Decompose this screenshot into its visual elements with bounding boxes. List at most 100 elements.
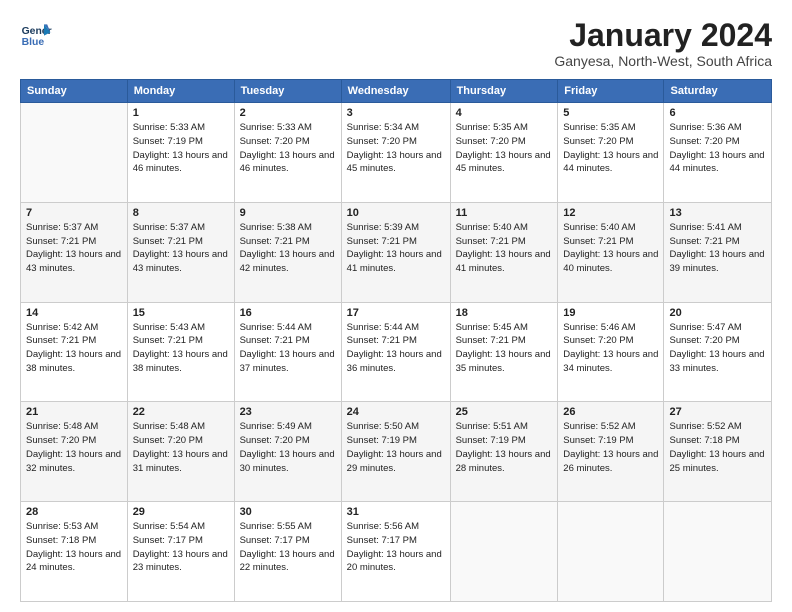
logo: General Blue <box>20 18 52 50</box>
calendar-cell: 25 Sunrise: 5:51 AMSunset: 7:19 PMDayligh… <box>450 402 558 502</box>
day-info: Sunrise: 5:37 AMSunset: 7:21 PMDaylight:… <box>133 221 229 276</box>
day-info: Sunrise: 5:44 AMSunset: 7:21 PMDaylight:… <box>347 321 445 376</box>
day-info: Sunrise: 5:52 AMSunset: 7:19 PMDaylight:… <box>563 420 658 475</box>
calendar-cell <box>558 502 664 602</box>
calendar-cell: 17 Sunrise: 5:44 AMSunset: 7:21 PMDayligh… <box>341 302 450 402</box>
day-number: 18 <box>456 307 553 319</box>
month-title: January 2024 <box>554 18 772 53</box>
day-number: 25 <box>456 406 553 418</box>
calendar-week-4: 21 Sunrise: 5:48 AMSunset: 7:20 PMDayligh… <box>21 402 772 502</box>
day-number: 30 <box>240 506 336 518</box>
col-tuesday: Tuesday <box>234 80 341 103</box>
day-info: Sunrise: 5:40 AMSunset: 7:21 PMDaylight:… <box>456 221 553 276</box>
calendar-week-1: 1Sunrise: 5:33 AMSunset: 7:19 PMDaylight… <box>21 103 772 203</box>
day-number: 22 <box>133 406 229 418</box>
calendar-cell: 14Sunrise: 5:42 AMSunset: 7:21 PMDayligh… <box>21 302 128 402</box>
day-number: 12 <box>563 207 658 219</box>
day-info: Sunrise: 5:46 AMSunset: 7:20 PMDaylight:… <box>563 321 658 376</box>
header-row: Sunday Monday Tuesday Wednesday Thursday… <box>21 80 772 103</box>
calendar-cell: 29 Sunrise: 5:54 AMSunset: 7:17 PMDayligh… <box>127 502 234 602</box>
calendar-cell: 30 Sunrise: 5:55 AMSunset: 7:17 PMDayligh… <box>234 502 341 602</box>
day-number: 29 <box>133 506 229 518</box>
day-number: 21 <box>26 406 122 418</box>
calendar-cell: 20Sunrise: 5:47 AMSunset: 7:20 PMDayligh… <box>664 302 772 402</box>
day-info: Sunrise: 5:52 AMSunset: 7:18 PMDaylight:… <box>669 420 766 475</box>
svg-text:Blue: Blue <box>22 37 45 48</box>
day-info: Sunrise: 5:48 AMSunset: 7:20 PMDaylight:… <box>133 420 229 475</box>
calendar-cell: 28 Sunrise: 5:53 AMSunset: 7:18 PMDayligh… <box>21 502 128 602</box>
calendar-cell: 27 Sunrise: 5:52 AMSunset: 7:18 PMDayligh… <box>664 402 772 502</box>
day-number: 14 <box>26 307 122 319</box>
day-info: Sunrise: 5:45 AMSunset: 7:21 PMDaylight:… <box>456 321 553 376</box>
day-number: 17 <box>347 307 445 319</box>
calendar-cell: 22 Sunrise: 5:48 AMSunset: 7:20 PMDayligh… <box>127 402 234 502</box>
day-number: 31 <box>347 506 445 518</box>
day-number: 19 <box>563 307 658 319</box>
day-number: 11 <box>456 207 553 219</box>
day-info: Sunrise: 5:43 AMSunset: 7:21 PMDaylight:… <box>133 321 229 376</box>
calendar-cell: 8 Sunrise: 5:37 AMSunset: 7:21 PMDaylight… <box>127 202 234 302</box>
day-number: 16 <box>240 307 336 319</box>
day-number: 15 <box>133 307 229 319</box>
calendar-week-5: 28 Sunrise: 5:53 AMSunset: 7:18 PMDayligh… <box>21 502 772 602</box>
day-info: Sunrise: 5:33 AMSunset: 7:20 PMDaylight:… <box>240 121 336 176</box>
day-info: Sunrise: 5:33 AMSunset: 7:19 PMDaylight:… <box>133 121 229 176</box>
location-subtitle: Ganyesa, North-West, South Africa <box>554 53 772 69</box>
header: General Blue January 2024 Ganyesa, North… <box>20 18 772 69</box>
col-wednesday: Wednesday <box>341 80 450 103</box>
calendar-cell: 21 Sunrise: 5:48 AMSunset: 7:20 PMDayligh… <box>21 402 128 502</box>
day-info: Sunrise: 5:39 AMSunset: 7:21 PMDaylight:… <box>347 221 445 276</box>
day-number: 24 <box>347 406 445 418</box>
day-info: Sunrise: 5:49 AMSunset: 7:20 PMDaylight:… <box>240 420 336 475</box>
day-number: 9 <box>240 207 336 219</box>
day-number: 13 <box>669 207 766 219</box>
day-number: 28 <box>26 506 122 518</box>
day-info: Sunrise: 5:36 AMSunset: 7:20 PMDaylight:… <box>669 121 766 176</box>
calendar-cell: 3Sunrise: 5:34 AMSunset: 7:20 PMDaylight… <box>341 103 450 203</box>
calendar-cell: 6 Sunrise: 5:36 AMSunset: 7:20 PMDaylight… <box>664 103 772 203</box>
calendar-cell: 26 Sunrise: 5:52 AMSunset: 7:19 PMDayligh… <box>558 402 664 502</box>
col-sunday: Sunday <box>21 80 128 103</box>
day-number: 8 <box>133 207 229 219</box>
day-info: Sunrise: 5:50 AMSunset: 7:19 PMDaylight:… <box>347 420 445 475</box>
calendar-cell: 24 Sunrise: 5:50 AMSunset: 7:19 PMDayligh… <box>341 402 450 502</box>
day-number: 7 <box>26 207 122 219</box>
day-info: Sunrise: 5:48 AMSunset: 7:20 PMDaylight:… <box>26 420 122 475</box>
calendar-cell: 23Sunrise: 5:49 AMSunset: 7:20 PMDayligh… <box>234 402 341 502</box>
day-info: Sunrise: 5:51 AMSunset: 7:19 PMDaylight:… <box>456 420 553 475</box>
day-number: 26 <box>563 406 658 418</box>
day-info: Sunrise: 5:35 AMSunset: 7:20 PMDaylight:… <box>456 121 553 176</box>
calendar-cell: 12Sunrise: 5:40 AMSunset: 7:21 PMDayligh… <box>558 202 664 302</box>
day-info: Sunrise: 5:55 AMSunset: 7:17 PMDaylight:… <box>240 520 336 575</box>
calendar-cell: 18 Sunrise: 5:45 AMSunset: 7:21 PMDayligh… <box>450 302 558 402</box>
day-info: Sunrise: 5:38 AMSunset: 7:21 PMDaylight:… <box>240 221 336 276</box>
calendar-table: Sunday Monday Tuesday Wednesday Thursday… <box>20 79 772 602</box>
day-info: Sunrise: 5:54 AMSunset: 7:17 PMDaylight:… <box>133 520 229 575</box>
title-block: January 2024 Ganyesa, North-West, South … <box>554 18 772 69</box>
day-info: Sunrise: 5:53 AMSunset: 7:18 PMDaylight:… <box>26 520 122 575</box>
calendar-cell: 4 Sunrise: 5:35 AMSunset: 7:20 PMDaylight… <box>450 103 558 203</box>
day-number: 4 <box>456 107 553 119</box>
calendar-cell: 2Sunrise: 5:33 AMSunset: 7:20 PMDaylight… <box>234 103 341 203</box>
day-number: 6 <box>669 107 766 119</box>
calendar-page: General Blue January 2024 Ganyesa, North… <box>0 0 792 612</box>
calendar-cell: 15 Sunrise: 5:43 AMSunset: 7:21 PMDayligh… <box>127 302 234 402</box>
col-saturday: Saturday <box>664 80 772 103</box>
calendar-cell <box>664 502 772 602</box>
calendar-cell <box>21 103 128 203</box>
calendar-cell: 16Sunrise: 5:44 AMSunset: 7:21 PMDayligh… <box>234 302 341 402</box>
calendar-cell <box>450 502 558 602</box>
day-info: Sunrise: 5:35 AMSunset: 7:20 PMDaylight:… <box>563 121 658 176</box>
col-monday: Monday <box>127 80 234 103</box>
calendar-cell: 7Sunrise: 5:37 AMSunset: 7:21 PMDaylight… <box>21 202 128 302</box>
day-info: Sunrise: 5:47 AMSunset: 7:20 PMDaylight:… <box>669 321 766 376</box>
calendar-cell: 11 Sunrise: 5:40 AMSunset: 7:21 PMDayligh… <box>450 202 558 302</box>
day-number: 5 <box>563 107 658 119</box>
day-info: Sunrise: 5:56 AMSunset: 7:17 PMDaylight:… <box>347 520 445 575</box>
calendar-cell: 5 Sunrise: 5:35 AMSunset: 7:20 PMDaylight… <box>558 103 664 203</box>
day-number: 27 <box>669 406 766 418</box>
col-thursday: Thursday <box>450 80 558 103</box>
calendar-cell: 13Sunrise: 5:41 AMSunset: 7:21 PMDayligh… <box>664 202 772 302</box>
logo-icon: General Blue <box>20 18 52 50</box>
calendar-cell: 10Sunrise: 5:39 AMSunset: 7:21 PMDayligh… <box>341 202 450 302</box>
